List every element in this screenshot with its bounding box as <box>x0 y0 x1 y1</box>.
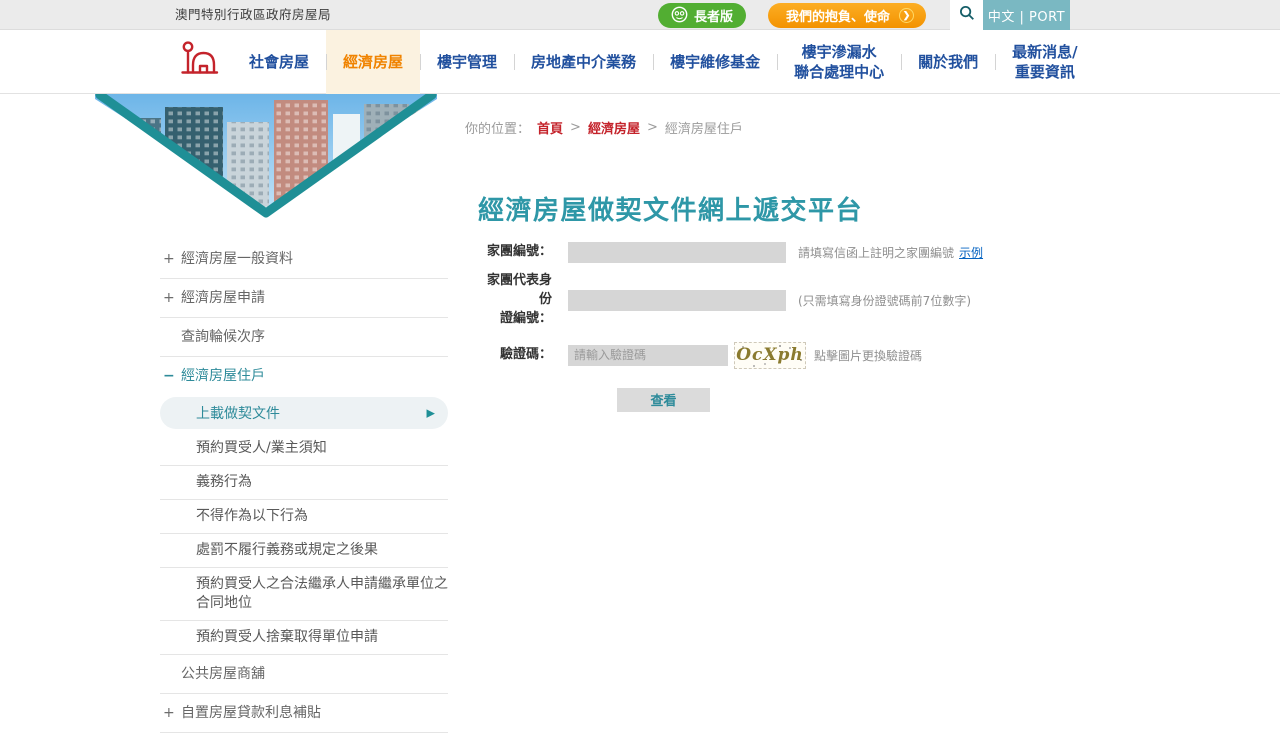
mission-button[interactable]: 我們的抱負、使命 ❯ <box>768 3 926 28</box>
circle-arrow-icon: ❯ <box>899 8 914 23</box>
breadcrumb-section-link[interactable]: 經濟房屋 <box>588 118 640 137</box>
id-number-label: 家團代表身份 證編號： <box>480 272 552 329</box>
view-button[interactable]: 查看 <box>617 388 710 412</box>
sidebar-item-general-info[interactable]: + 經濟房屋一般資料 <box>160 240 448 279</box>
breadcrumb-home-link[interactable]: 首頁 <box>537 118 563 137</box>
nav-item-latest-news[interactable]: 最新消息/ 重要資訊 <box>995 30 1094 94</box>
sidebar-item-buyer-owner-notice[interactable]: 預約買受人/業主須知 <box>160 432 448 466</box>
breadcrumb-current: 經濟房屋住戶 <box>665 118 743 137</box>
right-triangle-icon: ▶ <box>427 407 435 420</box>
sidebar-item-obligations[interactable]: 義務行為 <box>160 466 448 500</box>
elderly-version-label: 長者版 <box>694 6 733 25</box>
sidebar-item-queue-status[interactable]: 查詢輪候次序 <box>160 318 448 357</box>
nav-item-about-us[interactable]: 關於我們 <box>901 30 995 94</box>
family-number-hint: 請填寫信函上註明之家團編號 <box>798 244 954 261</box>
nav-item-building-maintenance-fund[interactable]: 樓宇維修基金 <box>653 30 777 94</box>
main-navbar: 社會房屋 經濟房屋 樓宇管理 房地產中介業務 樓宇維修基金 樓宇滲漏水 聯合處理… <box>0 30 1280 94</box>
sidebar-item-abandon-unit-application[interactable]: 預約買受人捨棄取得單位申請 <box>160 621 448 655</box>
housing-bureau-logo[interactable] <box>178 40 220 84</box>
family-number-input[interactable] <box>568 242 786 263</box>
sidebar-banner-image <box>95 94 437 232</box>
family-number-label: 家團編號： <box>480 243 552 262</box>
sidebar-item-location-distribution[interactable]: 經濟房屋位置分佈 <box>160 733 448 738</box>
id-number-hint: (只需填寫身份證號碼前7位數字) <box>798 292 971 309</box>
collapse-minus-icon[interactable]: − <box>163 367 177 385</box>
sidebar-item-upload-deed-documents[interactable]: 上載做契文件 ▶ <box>160 397 448 429</box>
sidebar-menu: + 經濟房屋一般資料 + 經濟房屋申請 查詢輪候次序 − 經濟房屋住戶 上載做契… <box>160 240 448 738</box>
captcha-label: 驗證碼： <box>480 346 552 365</box>
sidebar-item-public-housing-shops[interactable]: 公共房屋商舖 <box>160 655 448 694</box>
expand-plus-icon[interactable]: + <box>163 250 177 268</box>
example-link[interactable]: 示例 <box>959 244 983 261</box>
elderly-face-icon <box>671 6 688 26</box>
sidebar-item-application[interactable]: + 經濟房屋申請 <box>160 279 448 318</box>
sidebar-item-residents[interactable]: − 經濟房屋住戶 <box>160 357 448 395</box>
language-switcher[interactable]: 中文 | PORT <box>983 0 1070 30</box>
nav-item-social-housing[interactable]: 社會房屋 <box>232 30 326 94</box>
breadcrumb-prefix: 你的位置： <box>465 118 530 137</box>
deed-submission-form: 家團編號： 請填寫信函上註明之家團編號 示例 家團代表身份 證編號： (只需填寫… <box>480 242 1060 412</box>
id-number-input[interactable] <box>568 290 786 311</box>
nav-item-water-seepage-center[interactable]: 樓宇滲漏水 聯合處理中心 <box>777 30 901 94</box>
search-icon <box>959 5 975 25</box>
page: 澳門特別行政區政府房屋局 長者版 我們的抱負、使命 ❯ <box>0 0 1280 738</box>
captcha-refresh-hint: 點擊圖片更換驗證碼 <box>814 347 922 364</box>
expand-plus-icon[interactable]: + <box>163 704 177 722</box>
nav-menu: 社會房屋 經濟房屋 樓宇管理 房地產中介業務 樓宇維修基金 樓宇滲漏水 聯合處理… <box>232 30 1095 94</box>
breadcrumb-separator: > <box>570 120 581 135</box>
nav-item-building-management[interactable]: 樓宇管理 <box>420 30 514 94</box>
breadcrumb-separator: > <box>647 120 658 135</box>
sidebar-item-prohibited-acts[interactable]: 不得作為以下行為 <box>160 500 448 534</box>
search-button[interactable] <box>950 0 983 30</box>
sidebar-item-loan-interest-subsidy[interactable]: + 自置房屋貸款利息補貼 <box>160 694 448 733</box>
captcha-input[interactable] <box>568 345 728 366</box>
site-title: 澳門特別行政區政府房屋局 <box>175 0 331 30</box>
nav-item-real-estate-agency[interactable]: 房地產中介業務 <box>514 30 653 94</box>
captcha-image[interactable]: OcXph <box>734 342 806 369</box>
top-utility-bar: 澳門特別行政區政府房屋局 長者版 我們的抱負、使命 ❯ <box>0 0 1280 30</box>
page-title: 經濟房屋做契文件網上遞交平台 <box>478 190 863 227</box>
sidebar-item-penalties[interactable]: 處罰不履行義務或規定之後果 <box>160 534 448 568</box>
mission-button-label: 我們的抱負、使命 <box>786 6 890 25</box>
sidebar-item-heir-succession[interactable]: 預約買受人之合法繼承人申請繼承單位之合同地位 <box>160 568 448 621</box>
elderly-version-button[interactable]: 長者版 <box>658 3 746 28</box>
expand-plus-icon[interactable]: + <box>163 289 177 307</box>
nav-item-economic-housing[interactable]: 經濟房屋 <box>326 30 420 94</box>
breadcrumb: 你的位置： 首頁 > 經濟房屋 > 經濟房屋住戶 <box>465 118 743 137</box>
